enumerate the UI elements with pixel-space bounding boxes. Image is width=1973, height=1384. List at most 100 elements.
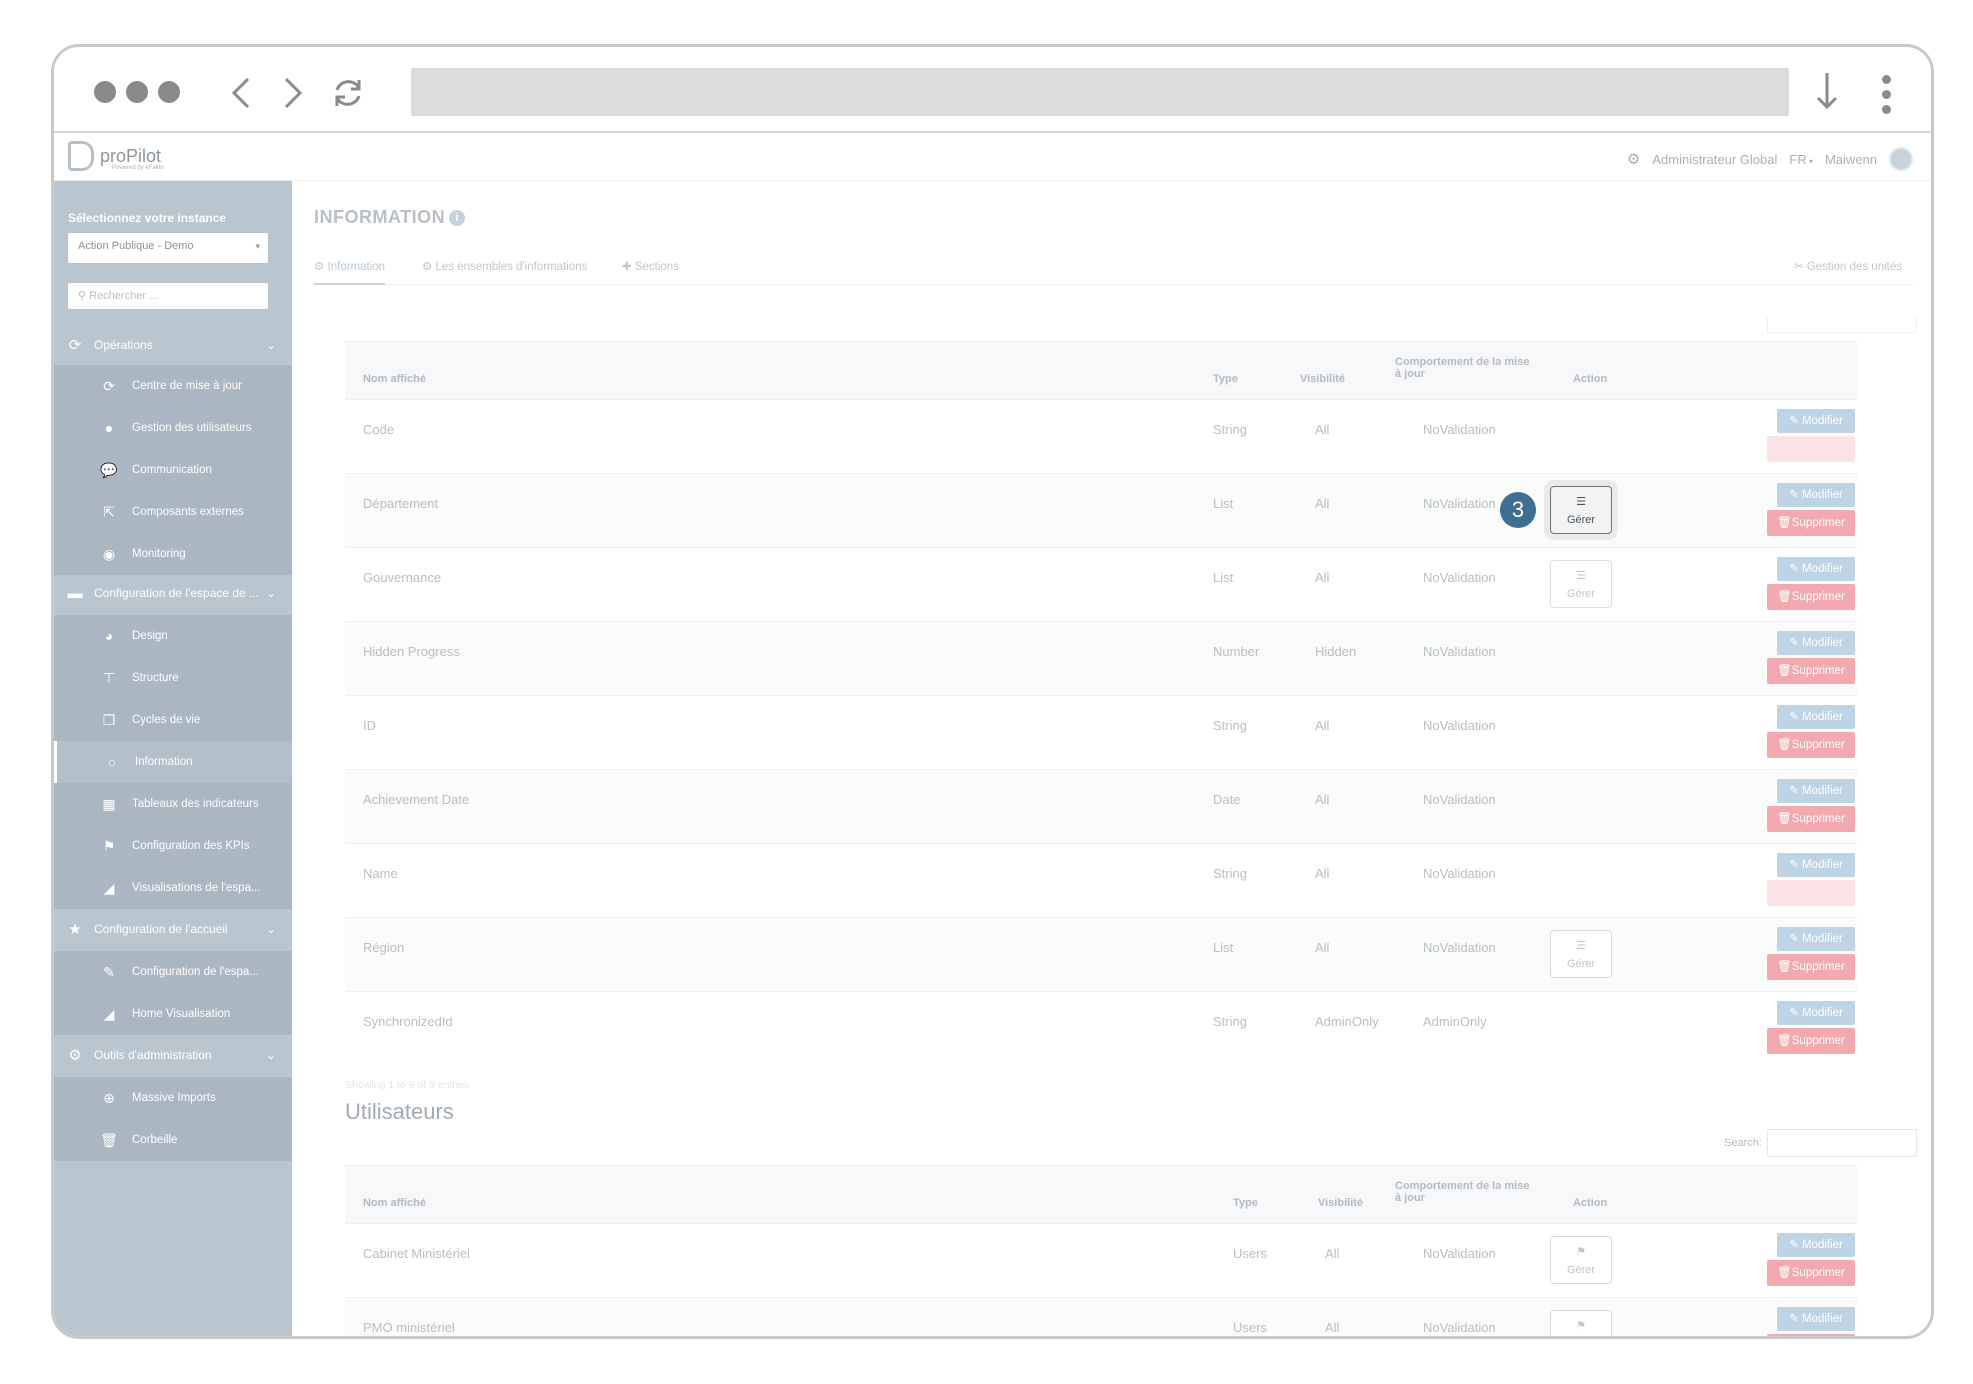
column-visibility[interactable]: Visibilité (1318, 1197, 1363, 1209)
column-behavior[interactable]: Comportement de la mise à jour (1395, 356, 1529, 380)
column-behavior[interactable]: Comportement de la mise à jour (1395, 1180, 1529, 1204)
sidebar-item-space-visualisations[interactable]: ◢ Visualisations de l'espa... (54, 867, 292, 909)
delete-button[interactable]: 🗑Supprimer (1767, 1334, 1855, 1336)
manage-button[interactable]: ⚑ Gérer (1550, 1236, 1612, 1284)
language-selector[interactable]: FR ▾ (1789, 152, 1813, 167)
delete-button[interactable]: 🗑Supprimer (1767, 806, 1855, 832)
window-dot[interactable] (158, 81, 180, 103)
edit-button[interactable]: ✎ Modifier (1777, 705, 1855, 729)
delete-button[interactable]: 🗑Supprimer (1767, 954, 1855, 980)
instance-select[interactable]: Action Publique - Demo ▾ (68, 233, 268, 263)
sidebar-group-operations[interactable]: ⟳ Opérations ⌄ (54, 325, 292, 365)
sidebar-item-indicator-tables[interactable]: ▦ Tableaux des indicateurs (54, 783, 292, 825)
row-type: Number (1213, 644, 1260, 659)
avatar[interactable] (1889, 147, 1913, 171)
column-action[interactable]: Action (1573, 1197, 1607, 1209)
step-badge: 3 (1500, 492, 1536, 528)
address-bar[interactable] (411, 68, 1789, 116)
tab-bar: ⚙ Information ⚙ Les ensembles d'informat… (314, 251, 1914, 285)
units-management-link[interactable]: ✂ Gestion des unités (1794, 259, 1902, 273)
sidebar-item-lifecycles[interactable]: ❐ Cycles de vie (54, 699, 292, 741)
manage-button[interactable]: ☰ Gérer (1550, 486, 1612, 534)
edit-button[interactable]: ✎ Modifier (1777, 483, 1855, 507)
sidebar-item-trash[interactable]: 🗑 Corbeille (54, 1119, 292, 1161)
logo[interactable]: proPilot Powered by eFakto (68, 141, 164, 171)
delete-button[interactable]: 🗑Supprimer (1767, 1260, 1855, 1286)
star-icon: ★ (68, 921, 82, 938)
manage-button[interactable]: ☰ Gérer (1550, 930, 1612, 978)
edit-button[interactable]: ✎ Modifier (1777, 1307, 1855, 1331)
role-label[interactable]: Administrateur Global (1652, 152, 1777, 167)
sidebar-item-monitoring[interactable]: ◉ Monitoring (54, 533, 292, 575)
sidebar-item-home-space-config[interactable]: ✎ Configuration de l'espa... (54, 951, 292, 993)
chart-icon: ◢ (103, 1005, 115, 1022)
sidebar-item-users[interactable]: ● Gestion des utilisateurs (54, 407, 292, 449)
sidebar-item-massive-imports[interactable]: ⊕ Massive Imports (54, 1077, 292, 1119)
delete-button[interactable]: 🗑Supprimer (1767, 1028, 1855, 1054)
reload-icon[interactable] (328, 73, 368, 113)
chevron-down-icon: ⌄ (265, 922, 276, 936)
download-icon[interactable] (1807, 69, 1847, 113)
search-box-top[interactable] (1767, 317, 1917, 333)
row-visibility: All (1315, 496, 1330, 511)
menu-kebab-icon[interactable] (1882, 75, 1891, 114)
tab-sections[interactable]: ✚ Sections (622, 259, 679, 273)
edit-button-label: Modifier (1801, 489, 1843, 501)
chevron-down-icon: ⌄ (265, 1048, 276, 1062)
edit-button[interactable]: ✎ Modifier (1777, 409, 1855, 433)
sidebar-item-update-center[interactable]: ⟳ Centre de mise à jour (54, 365, 292, 407)
user-icon: ● (104, 420, 114, 436)
edit-button[interactable]: ✎ Modifier (1777, 1233, 1855, 1257)
sidebar-item-communication[interactable]: 💬 Communication (54, 449, 292, 491)
delete-button[interactable]: 🗑Supprimer (1767, 732, 1855, 758)
delete-button[interactable]: 🗑Supprimer (1767, 584, 1855, 610)
row-behavior: NoValidation (1423, 792, 1496, 807)
back-icon[interactable] (222, 73, 262, 113)
column-type[interactable]: Type (1233, 1197, 1258, 1209)
info-icon[interactable]: i (449, 210, 466, 226)
edit-button-label: Modifier (1801, 637, 1843, 649)
sidebar-item-information[interactable]: ○ Information (54, 741, 292, 783)
sidebar-item-home-visualisation[interactable]: ◢ Home Visualisation (54, 993, 292, 1035)
window-dot[interactable] (126, 81, 148, 103)
column-type[interactable]: Type (1213, 373, 1238, 385)
sidebar-group-admin-tools[interactable]: ⚙ Outils d'administration ⌄ (54, 1035, 292, 1075)
sidebar-item-structure[interactable]: ⊤ Structure (54, 657, 292, 699)
forward-icon[interactable] (272, 73, 312, 113)
row-visibility: All (1325, 1246, 1340, 1261)
pencil-icon: ✎ (1789, 415, 1799, 427)
sidebar-item-kpi-config[interactable]: ⚑ Configuration des KPIs (54, 825, 292, 867)
delete-button[interactable]: 🗑Supprimer (1767, 658, 1855, 684)
edit-button[interactable]: ✎ Modifier (1777, 557, 1855, 581)
manage-button[interactable]: ☰ Gérer (1550, 560, 1612, 608)
edit-button[interactable]: ✎ Modifier (1777, 927, 1855, 951)
column-visibility[interactable]: Visibilité (1300, 373, 1345, 385)
sidebar-item-design[interactable]: ◕ Design (54, 615, 292, 657)
sidebar-item-external[interactable]: ⇱ Composants externes (54, 491, 292, 533)
table-row: Département List All NoValidation ☰ Gérer 3 ✎ M… (345, 473, 1857, 547)
window-dot[interactable] (94, 81, 116, 103)
edit-button[interactable]: ✎ Modifier (1777, 853, 1855, 877)
manage-button[interactable]: ⚑ Gérer (1550, 1310, 1612, 1336)
sidebar-search-input[interactable]: ⚲ Rechercher ... (68, 283, 268, 309)
sidebar-group-space-config[interactable]: ▬ Configuration de l'espace de ... ⌄ (54, 573, 292, 613)
edit-icon: ✎ (103, 963, 115, 980)
tab-information[interactable]: ⚙ Information (314, 259, 386, 285)
edit-button[interactable]: ✎ Modifier (1777, 631, 1855, 655)
column-name[interactable]: Nom affiché (363, 1197, 426, 1209)
user-menu: ⚙ Administrateur Global FR ▾ Maiwenn (1627, 147, 1913, 171)
eye-icon: ◉ (102, 545, 116, 562)
gear-icon: ⚙ (68, 1047, 82, 1064)
sidebar-group-home-config[interactable]: ★ Configuration de l'accueil ⌄ (54, 909, 292, 949)
scrollbar[interactable] (1932, 731, 1934, 1031)
delete-button[interactable]: 🗑Supprimer (1767, 510, 1855, 536)
manage-button-label: Gérer (1566, 588, 1596, 600)
tab-information-sets[interactable]: ⚙ Les ensembles d'informations (422, 259, 587, 273)
edit-button[interactable]: ✎ Modifier (1777, 1001, 1855, 1025)
column-action[interactable]: Action (1573, 373, 1607, 385)
page-title: INFORMATION i (314, 207, 466, 228)
user-name[interactable]: Maiwenn (1825, 152, 1877, 167)
column-name[interactable]: Nom affiché (363, 373, 426, 385)
search-input[interactable] (1767, 1129, 1917, 1157)
edit-button[interactable]: ✎ Modifier (1777, 779, 1855, 803)
